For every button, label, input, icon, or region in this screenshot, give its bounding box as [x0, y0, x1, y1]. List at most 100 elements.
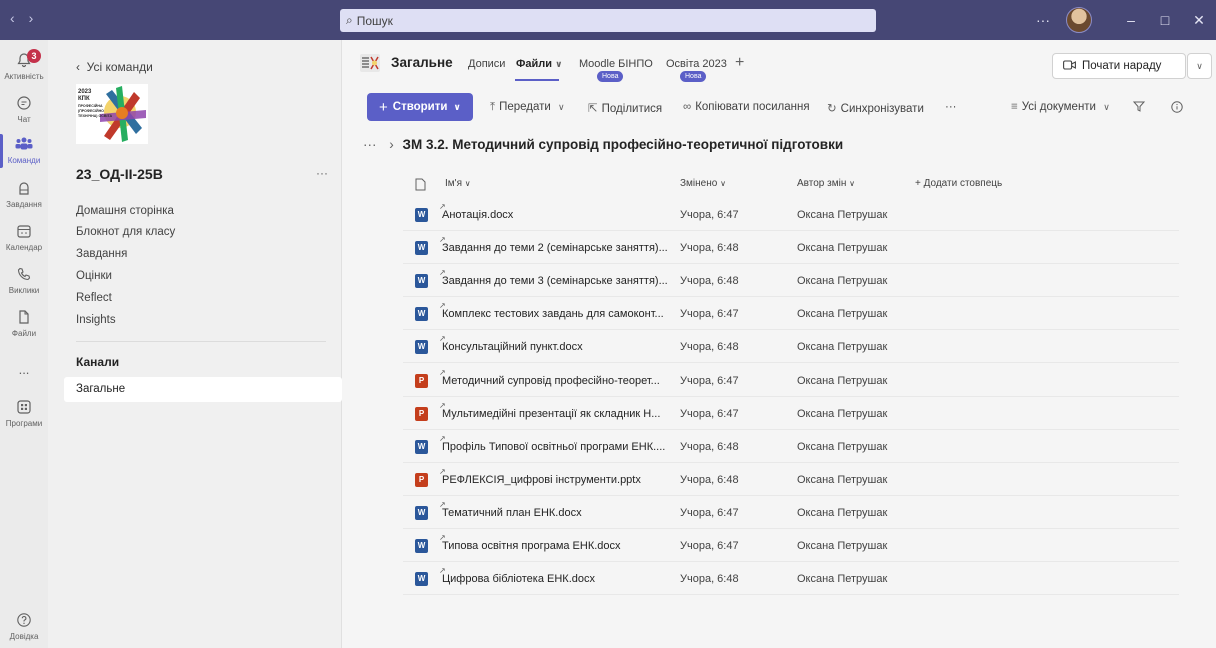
- column-author[interactable]: Автор змін ∨: [797, 178, 855, 189]
- copy-link-button[interactable]: ∞ Копіювати посилання: [683, 101, 810, 113]
- divider: [76, 341, 326, 342]
- breadcrumb-overflow-icon[interactable]: ···: [363, 137, 377, 152]
- nav-link-grades[interactable]: Оцінки: [76, 270, 112, 282]
- meeting-options-chevron-icon[interactable]: ∨: [1187, 53, 1212, 79]
- file-name[interactable]: Завдання до теми 2 (семінарське заняття)…: [442, 242, 668, 254]
- command-bar: + Створити ∨ ⤒ Передати ∨ ⇱ Поділитися ∞ Ко…: [343, 92, 1216, 124]
- settings-more-icon[interactable]: ···: [1036, 12, 1050, 28]
- rail-item-help[interactable]: Довідка: [0, 612, 48, 641]
- nav-link-assignments[interactable]: Завдання: [76, 248, 127, 260]
- tab-posts[interactable]: Дописи: [468, 58, 505, 70]
- start-meeting-button[interactable]: Почати нараду: [1052, 53, 1186, 79]
- chat-icon: [15, 95, 33, 113]
- file-modified: Учора, 6:48: [680, 341, 739, 354]
- file-author: Оксана Петрушак: [797, 440, 888, 453]
- sync-button[interactable]: ↻ Синхронізувати: [827, 101, 924, 115]
- create-button[interactable]: + Створити ∨: [367, 93, 473, 121]
- close-icon[interactable]: ✕: [1182, 12, 1216, 29]
- file-name[interactable]: Профіль Типової освітньої програми ЕНК..…: [442, 441, 665, 453]
- powerpoint-file-icon: P: [415, 373, 428, 388]
- all-teams-link[interactable]: ‹ Усі команди: [76, 60, 153, 74]
- nav-link-reflect[interactable]: Reflect: [76, 292, 112, 304]
- rail-label: Чат: [17, 115, 31, 124]
- file-modified: Учора, 6:47: [680, 374, 739, 387]
- channel-item-general[interactable]: Загальне: [64, 377, 342, 402]
- assignments-icon: [15, 180, 33, 198]
- rail-item-teams[interactable]: Команди: [0, 134, 48, 168]
- add-column-button[interactable]: + Додати стовпець: [915, 178, 1002, 189]
- nav-link-home[interactable]: Домашня сторінка: [76, 205, 174, 217]
- rail-item-chat[interactable]: Чат: [0, 95, 48, 124]
- minimize-icon[interactable]: –: [1114, 12, 1148, 28]
- rail-item-apps[interactable]: Програми: [0, 399, 48, 428]
- channel-title: Загальне: [391, 55, 453, 70]
- table-row[interactable]: W ↗ Цифрова бібліотека ЕНК.docx Учора, 6:48…: [403, 562, 1179, 596]
- team-logo: 2023 КПК ПРОФЕСІЙНА (ПРОФЕСІЙНО ТЕХНІЧНА…: [76, 84, 148, 144]
- add-tab-icon[interactable]: +: [735, 54, 744, 72]
- info-icon[interactable]: [1171, 101, 1183, 116]
- forward-arrow-icon[interactable]: ›: [29, 10, 34, 26]
- file-name[interactable]: Завдання до теми 3 (семінарське заняття)…: [442, 275, 668, 287]
- maximize-icon[interactable]: □: [1148, 12, 1182, 28]
- file-name[interactable]: РЕФЛЕКСІЯ_цифрові інструменти.pptx: [442, 474, 641, 486]
- chevron-down-icon: ∨: [558, 102, 565, 112]
- file-author: Оксана Петрушак: [797, 308, 888, 321]
- tab-osvita[interactable]: Освіта 2023: [666, 58, 727, 70]
- nav-link-notebook[interactable]: Блокнот для класу: [76, 226, 175, 238]
- upload-label: Передати: [499, 101, 551, 113]
- share-button[interactable]: ⇱ Поділитися: [588, 101, 662, 115]
- table-row[interactable]: W ↗ Типова освітня програма ЕНК.docx Учора,…: [403, 529, 1179, 562]
- file-name[interactable]: Анотація.docx: [442, 209, 513, 221]
- rail-item-files[interactable]: Файли: [0, 309, 48, 338]
- table-row[interactable]: W ↗ Комплекс тестових завдань для самоконт…: [403, 297, 1179, 331]
- word-file-icon: W: [415, 539, 428, 553]
- rail-label: Календар: [5, 243, 43, 252]
- team-more-icon[interactable]: ···: [316, 166, 328, 180]
- rail-item-calls[interactable]: Виклики: [0, 266, 48, 295]
- table-row[interactable]: W ↗ Тематичний план ЕНК.docx Учора, 6:47 Окс…: [403, 496, 1179, 529]
- table-row[interactable]: W ↗ Консультаційний пункт.docx Учора, 6:48 О…: [403, 330, 1179, 364]
- breadcrumb-current: ЗМ 3.2. Методичний супровід професійно-т…: [402, 137, 844, 152]
- file-name[interactable]: Типова освітня програма ЕНК.docx: [442, 540, 621, 552]
- search-input[interactable]: ⌕ Пошук: [340, 9, 876, 32]
- file-name[interactable]: Консультаційний пункт.docx: [442, 341, 583, 353]
- column-modified[interactable]: Змінено ∨: [680, 178, 726, 189]
- file-name[interactable]: Цифрова бібліотека ЕНК.docx: [442, 573, 595, 585]
- back-arrow-icon[interactable]: ‹: [10, 10, 15, 26]
- table-row[interactable]: P ↗ Мультимедійні презентації як складник …: [403, 397, 1179, 430]
- rail-item-more[interactable]: ...: [0, 362, 48, 377]
- file-name[interactable]: Тематичний план ЕНК.docx: [442, 507, 582, 519]
- table-row[interactable]: W ↗ Анотація.docx Учора, 6:47 Оксана Петруша…: [403, 198, 1179, 231]
- table-row[interactable]: W ↗ Завдання до теми 2 (семінарське занятт…: [403, 231, 1179, 265]
- nav-link-insights[interactable]: Insights: [76, 314, 116, 326]
- team-name: 23_ОД-ІІ-25В: [76, 166, 163, 182]
- search-placeholder: Пошук: [356, 13, 393, 28]
- rail-label: Файли: [11, 329, 37, 338]
- file-name[interactable]: Мультимедійні презентації як складник Н.…: [442, 408, 660, 420]
- table-row[interactable]: P ↗ Методичний супровід професійно-теорет.…: [403, 364, 1179, 397]
- column-name[interactable]: Ім'я ∨: [445, 178, 471, 189]
- file-modified: Учора, 6:47: [680, 506, 739, 519]
- rail-item-activity[interactable]: 3 Активність: [0, 49, 48, 81]
- table-row[interactable]: W ↗ Профіль Типової освітньої програми ЕНК…: [403, 430, 1179, 463]
- powerpoint-file-icon: P: [415, 406, 428, 421]
- table-row[interactable]: W ↗ Завдання до теми 3 (семінарське занятт…: [403, 264, 1179, 298]
- tab-moodle[interactable]: Moodle БІНПО: [579, 58, 653, 70]
- view-selector[interactable]: ≡ Усі документи ∨: [1011, 101, 1110, 113]
- channel-header: Загальне Дописи Файли ∨ Moodle БІНПО Нов…: [343, 40, 1216, 85]
- sync-label: Синхронізувати: [840, 103, 924, 115]
- share-icon: ⇱: [588, 103, 598, 115]
- filter-icon[interactable]: [1132, 101, 1146, 115]
- more-commands-icon[interactable]: ···: [945, 101, 957, 113]
- upload-button[interactable]: ⤒ Передати ∨: [490, 101, 565, 114]
- file-name[interactable]: Методичний супровід професійно-теорет...: [442, 375, 660, 387]
- avatar[interactable]: [1066, 7, 1092, 33]
- tab-files[interactable]: Файли ∨: [516, 58, 562, 70]
- title-bar: ‹ › ⌕ Пошук ··· – □ ✕: [0, 0, 1216, 40]
- rail-item-assignments[interactable]: Завдання: [0, 180, 48, 209]
- file-modified: Учора, 6:47: [680, 407, 739, 420]
- table-row[interactable]: P ↗ РЕФЛЕКСІЯ_цифрові інструменти.pptx Учор…: [403, 463, 1179, 496]
- logo-text-2: (ПРОФЕСІЙНО: [78, 109, 104, 113]
- file-name[interactable]: Комплекс тестових завдань для самоконт..…: [442, 308, 664, 320]
- rail-item-calendar[interactable]: Календар: [0, 223, 48, 252]
